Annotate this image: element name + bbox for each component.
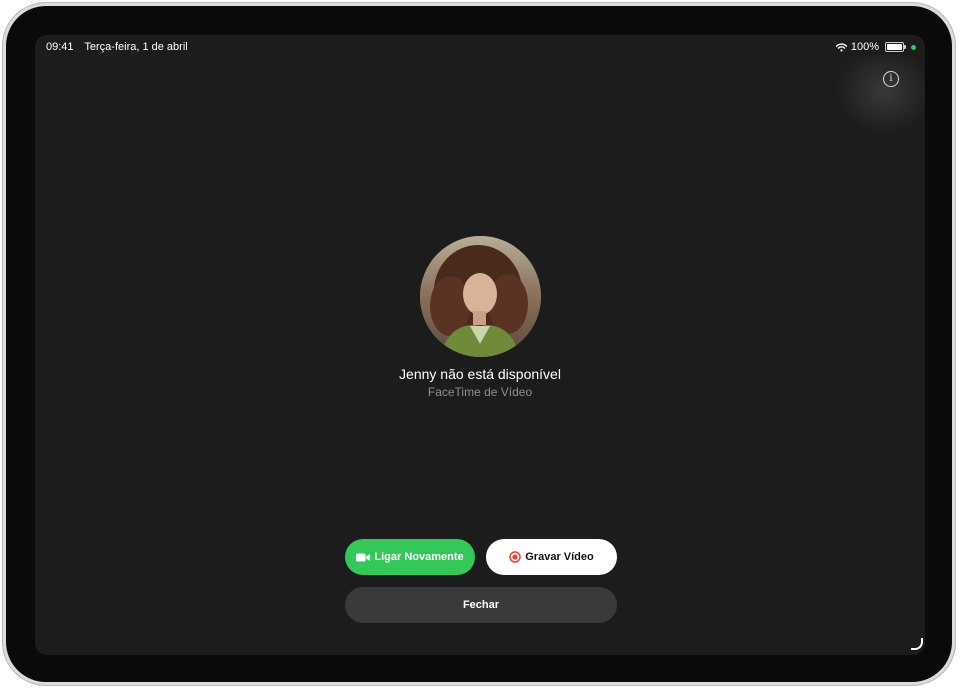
call-again-label: Ligar Novamente <box>374 551 464 563</box>
status-time: 09:41 <box>46 41 74 53</box>
record-video-button[interactable]: Gravar Vídeo <box>486 539 617 575</box>
caller-status: Jenny não está disponível <box>399 366 561 382</box>
close-button[interactable]: Fechar <box>345 587 617 623</box>
info-button-glow <box>835 55 925 135</box>
status-left: 09:41 Terça-feira, 1 de abril <box>46 41 196 53</box>
info-icon: i <box>889 73 893 84</box>
record-video-label: Gravar Vídeo <box>525 551 594 563</box>
battery-percentage: 100% <box>850 41 879 53</box>
facetime-screen: 09:41 Terça-feira, 1 de abril 100% i Jen… <box>35 35 925 655</box>
contact-photo <box>420 236 541 357</box>
record-icon <box>509 551 521 563</box>
video-camera-icon <box>356 553 371 562</box>
camera-indicator-dot <box>911 44 916 50</box>
call-again-button[interactable]: Ligar Novamente <box>345 539 475 575</box>
wifi-icon <box>835 42 847 51</box>
info-button[interactable]: i <box>883 71 899 87</box>
contact-avatar <box>420 236 541 357</box>
call-type: FaceTime de Vídeo <box>427 385 533 399</box>
close-label: Fechar <box>462 599 500 611</box>
battery-icon <box>885 42 906 52</box>
status-date: Terça-feira, 1 de abril <box>84 41 188 53</box>
status-bar: 09:41 Terça-feira, 1 de abril 100% <box>35 35 925 59</box>
status-right: 100% <box>835 41 916 53</box>
